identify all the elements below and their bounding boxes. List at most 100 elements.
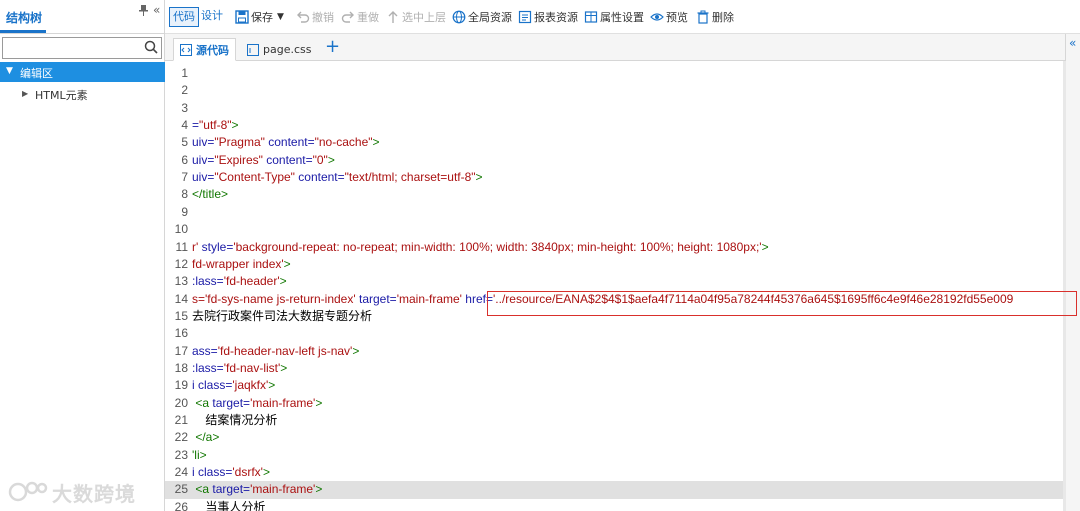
code-token: 'main-frame' [396, 291, 462, 306]
double-chevron-left-icon[interactable]: « [153, 3, 160, 17]
report-resources-button[interactable]: 报表资源 [518, 8, 578, 26]
code-token: > [279, 274, 287, 289]
code-text: <a target='main-frame'> [192, 395, 322, 412]
tree-node-edit-area[interactable]: ▼ 编辑区 [0, 62, 165, 82]
code-token: i class= [192, 465, 233, 480]
redo-label: 重做 [357, 11, 379, 24]
double-chevron-left-icon[interactable]: « [1069, 36, 1076, 50]
line-number: 3 [181, 100, 188, 115]
tree-node-html-elements[interactable]: ▶ HTML元素 [0, 84, 165, 104]
code-line[interactable]: 7 uiv="Content-Type" content="text/html; … [165, 169, 1063, 186]
save-label: 保存 [251, 11, 273, 24]
code-line[interactable]: 2 [165, 82, 1063, 99]
code-token: 'main-frame' [250, 395, 316, 410]
editor-tab-bar: 源代码 page.css + [165, 34, 1065, 61]
code-token: > [268, 378, 276, 393]
line-number: 7 [181, 170, 188, 185]
property-settings-button[interactable]: 属性设置 [584, 8, 644, 26]
save-button[interactable]: 保存 ▼ [235, 8, 284, 26]
line-number: 22 [174, 430, 188, 445]
code-text: 'li> [192, 447, 207, 464]
caret-down-icon[interactable]: ▼ [6, 66, 13, 76]
code-editor[interactable]: 1 2 3 4 ="utf-8"> 5 uiv="Pragma" content="no-c… [165, 61, 1063, 511]
code-line[interactable]: 3 [165, 100, 1063, 117]
redo-icon [341, 11, 354, 23]
code-text: :lass='fd-header'> [192, 273, 287, 290]
code-line[interactable]: 12 fd-wrapper index'> [165, 256, 1063, 273]
code-line[interactable]: 16 [165, 325, 1063, 342]
redo-button[interactable]: 重做 [341, 8, 379, 26]
code-line[interactable]: 9 [165, 204, 1063, 221]
code-line[interactable]: 13:lass='fd-header'> [165, 273, 1063, 290]
code-line[interactable]: 22 </a> [165, 429, 1063, 446]
caret-right-icon[interactable]: ▶ [22, 89, 28, 98]
watermark-logo-icon [8, 481, 48, 502]
code-token: target= [212, 482, 251, 497]
tab-page-css[interactable]: page.css [241, 38, 317, 61]
code-line[interactable]: 19 i class='jaqkfx'> [165, 377, 1063, 394]
chevron-down-icon[interactable]: ▼ [277, 12, 284, 22]
code-line[interactable]: 20 <a target='main-frame'> [165, 395, 1063, 412]
undo-label: 撤销 [312, 11, 334, 24]
line-number: 21 [174, 413, 188, 427]
code-token: content= [266, 152, 313, 167]
tab-source-code[interactable]: 源代码 [173, 38, 236, 61]
select-parent-button[interactable]: 选中上层 [386, 8, 446, 26]
design-mode-button[interactable]: 设计 [198, 7, 226, 27]
code-text: uiv="Pragma" content="no-cache"> [192, 134, 380, 151]
globe-icon [452, 10, 466, 24]
code-text: fd-wrapper index'> [192, 256, 291, 273]
code-token: > [315, 395, 323, 410]
code-token: 'jaqkfx' [232, 378, 269, 393]
code-line[interactable]: 26 当事人分析 [165, 499, 1063, 511]
report-resources-label: 报表资源 [534, 11, 578, 24]
code-line[interactable]: 4 ="utf-8"> [165, 117, 1063, 134]
code-line[interactable]: 5 uiv="Pragma" content="no-cache"> [165, 134, 1063, 151]
code-line[interactable]: 25 <a target='main-frame'> [165, 481, 1063, 499]
watermark: 大数跨境 [8, 478, 136, 506]
line-number: 16 [174, 326, 188, 341]
code-token: > [372, 135, 380, 150]
preview-button[interactable]: 预览 [650, 8, 688, 26]
code-line[interactable]: 8 </title> [165, 186, 1063, 203]
code-token: "text/html; charset=utf-8" [344, 170, 476, 185]
code-text: :lass='fd-nav-list'> [192, 360, 287, 377]
toolbar: 代码 设计 保存 ▼ 撤销 重做 选中上层 全局资源 报表资源 属性设置 预览 … [165, 0, 1080, 34]
structure-tree-title[interactable]: 结构树 [6, 9, 42, 26]
code-line[interactable]: 1 [165, 65, 1063, 82]
code-token: > [262, 465, 270, 480]
code-token: content= [268, 135, 315, 150]
code-token: > [280, 360, 288, 375]
annotation-highlight-box [487, 291, 1077, 316]
code-line[interactable]: 24 i class='dsrfx'> [165, 464, 1063, 481]
code-line[interactable]: 21 结案情况分析 [165, 412, 1063, 429]
code-text: i class='jaqkfx'> [192, 377, 275, 394]
line-number: 24 [174, 465, 188, 480]
arrow-up-icon [388, 11, 398, 23]
trash-icon [697, 10, 709, 24]
undo-button[interactable]: 撤销 [296, 8, 334, 26]
preview-label: 预览 [666, 11, 688, 24]
add-tab-icon[interactable]: + [325, 38, 340, 56]
code-token: 当事人分析 [192, 499, 266, 511]
code-text: i class='dsrfx'> [192, 464, 270, 481]
pin-icon[interactable] [139, 5, 148, 19]
search-icon[interactable] [144, 40, 158, 54]
tree-search-input[interactable] [2, 37, 162, 59]
code-line[interactable]: 18:lass='fd-nav-list'> [165, 360, 1063, 377]
delete-button[interactable]: 删除 [696, 8, 734, 26]
code-line[interactable]: 6 uiv="Expires" content="0"> [165, 152, 1063, 169]
global-resources-button[interactable]: 全局资源 [452, 8, 512, 26]
code-token: > [761, 239, 769, 254]
code-line[interactable]: 11 r' style='background-repeat: no-repeat… [165, 239, 1063, 256]
line-number: 6 [181, 152, 188, 167]
code-token: "0" [312, 152, 328, 167]
code-line[interactable]: 17 ass='fd-header-nav-left js-nav'> [165, 343, 1063, 360]
code-token: 'fd-header-nav-left js-nav' [217, 343, 353, 358]
code-mode-button[interactable]: 代码 [169, 7, 199, 27]
vertical-scrollbar[interactable] [1063, 61, 1066, 511]
line-number: 2 [181, 83, 188, 98]
code-text: 当事人分析 [192, 499, 265, 511]
code-line[interactable]: 23 'li> [165, 447, 1063, 464]
code-line[interactable]: 10 [165, 221, 1063, 238]
